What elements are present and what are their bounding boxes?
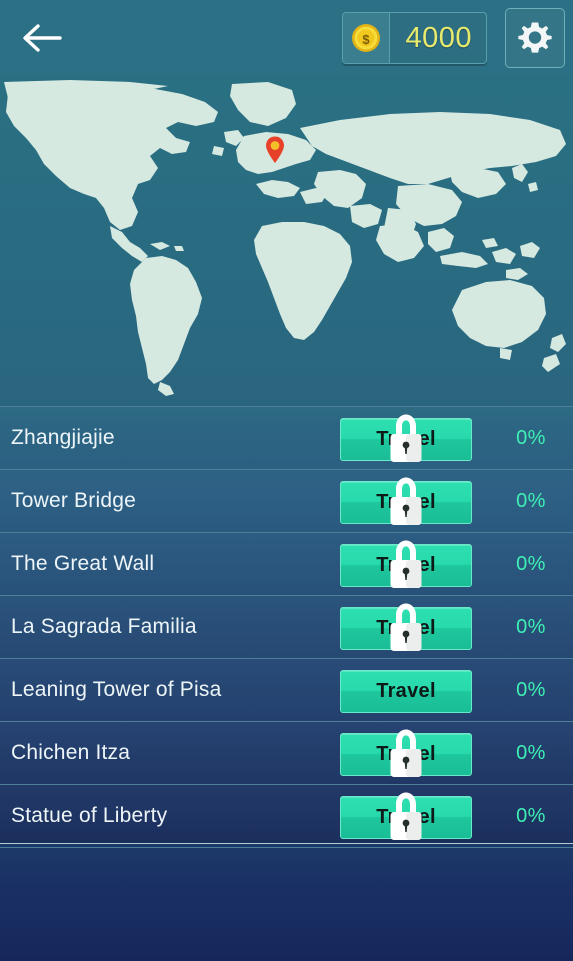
- travel-button-label: Travel: [376, 428, 436, 450]
- table-row[interactable]: Statue of Liberty Travel 0%: [0, 784, 573, 848]
- travel-button[interactable]: Travel: [340, 540, 472, 588]
- destination-name: Tower Bridge: [11, 489, 136, 512]
- progress-percent: 0%: [516, 552, 546, 575]
- travel-button-label: Travel: [376, 680, 436, 702]
- progress-percent: 0%: [516, 804, 546, 827]
- table-row[interactable]: Zhangjiajie Travel 0%: [0, 406, 573, 469]
- svg-text:$: $: [362, 32, 370, 47]
- progress-percent: 0%: [516, 489, 546, 512]
- travel-button[interactable]: Travel: [340, 792, 472, 840]
- coin-dollar-icon: $: [352, 24, 380, 52]
- travel-button-label: Travel: [376, 491, 436, 513]
- travel-button[interactable]: Travel: [340, 477, 472, 525]
- destination-name: Statue of Liberty: [11, 804, 168, 827]
- travel-button-label: Travel: [376, 806, 436, 828]
- progress-percent: 0%: [516, 741, 546, 764]
- coin-counter[interactable]: $ 4000: [342, 12, 487, 64]
- travel-button-label: Travel: [376, 554, 436, 576]
- destination-name: Leaning Tower of Pisa: [11, 678, 222, 701]
- back-button[interactable]: [14, 10, 72, 66]
- table-row[interactable]: Leaning Tower of Pisa Travel 0%: [0, 658, 573, 721]
- table-row[interactable]: La Sagrada Familia Travel 0%: [0, 595, 573, 658]
- table-row[interactable]: The Great Wall Travel 0%: [0, 532, 573, 595]
- destination-name: The Great Wall: [11, 552, 155, 575]
- settings-button[interactable]: [505, 8, 565, 68]
- travel-button[interactable]: Travel: [340, 414, 472, 462]
- coin-amount-label: 4000: [405, 21, 472, 54]
- gear-icon: [518, 22, 552, 53]
- travel-button-label: Travel: [376, 743, 436, 765]
- table-row[interactable]: Tower Bridge Travel 0%: [0, 469, 573, 532]
- progress-percent: 0%: [516, 426, 546, 449]
- travel-button[interactable]: Travel: [340, 729, 472, 777]
- arrow-left-icon: [23, 24, 62, 52]
- top-bar: $ 4000: [0, 0, 573, 76]
- destination-list: Zhangjiajie Travel 0% Tower Bridge Travel 0% T…: [0, 406, 573, 848]
- travel-button-label: Travel: [376, 617, 436, 639]
- bottom-panel: [0, 843, 573, 961]
- destination-name: Chichen Itza: [11, 741, 131, 764]
- map-pin-icon[interactable]: [265, 136, 285, 164]
- coin-icon-container: $: [343, 13, 390, 63]
- world-map[interactable]: [0, 76, 573, 406]
- progress-percent: 0%: [516, 615, 546, 638]
- travel-button[interactable]: Travel: [340, 603, 472, 651]
- travel-button[interactable]: Travel: [340, 670, 472, 713]
- progress-percent: 0%: [516, 678, 546, 701]
- table-row[interactable]: Chichen Itza Travel 0%: [0, 721, 573, 784]
- world-map-svg: [4, 80, 566, 396]
- destination-name: Zhangjiajie: [11, 426, 115, 449]
- destination-name: La Sagrada Familia: [11, 615, 197, 638]
- travel-destination-screen: Zhangjiajie Travel 0% Tower Bridge Travel 0% T…: [0, 0, 573, 961]
